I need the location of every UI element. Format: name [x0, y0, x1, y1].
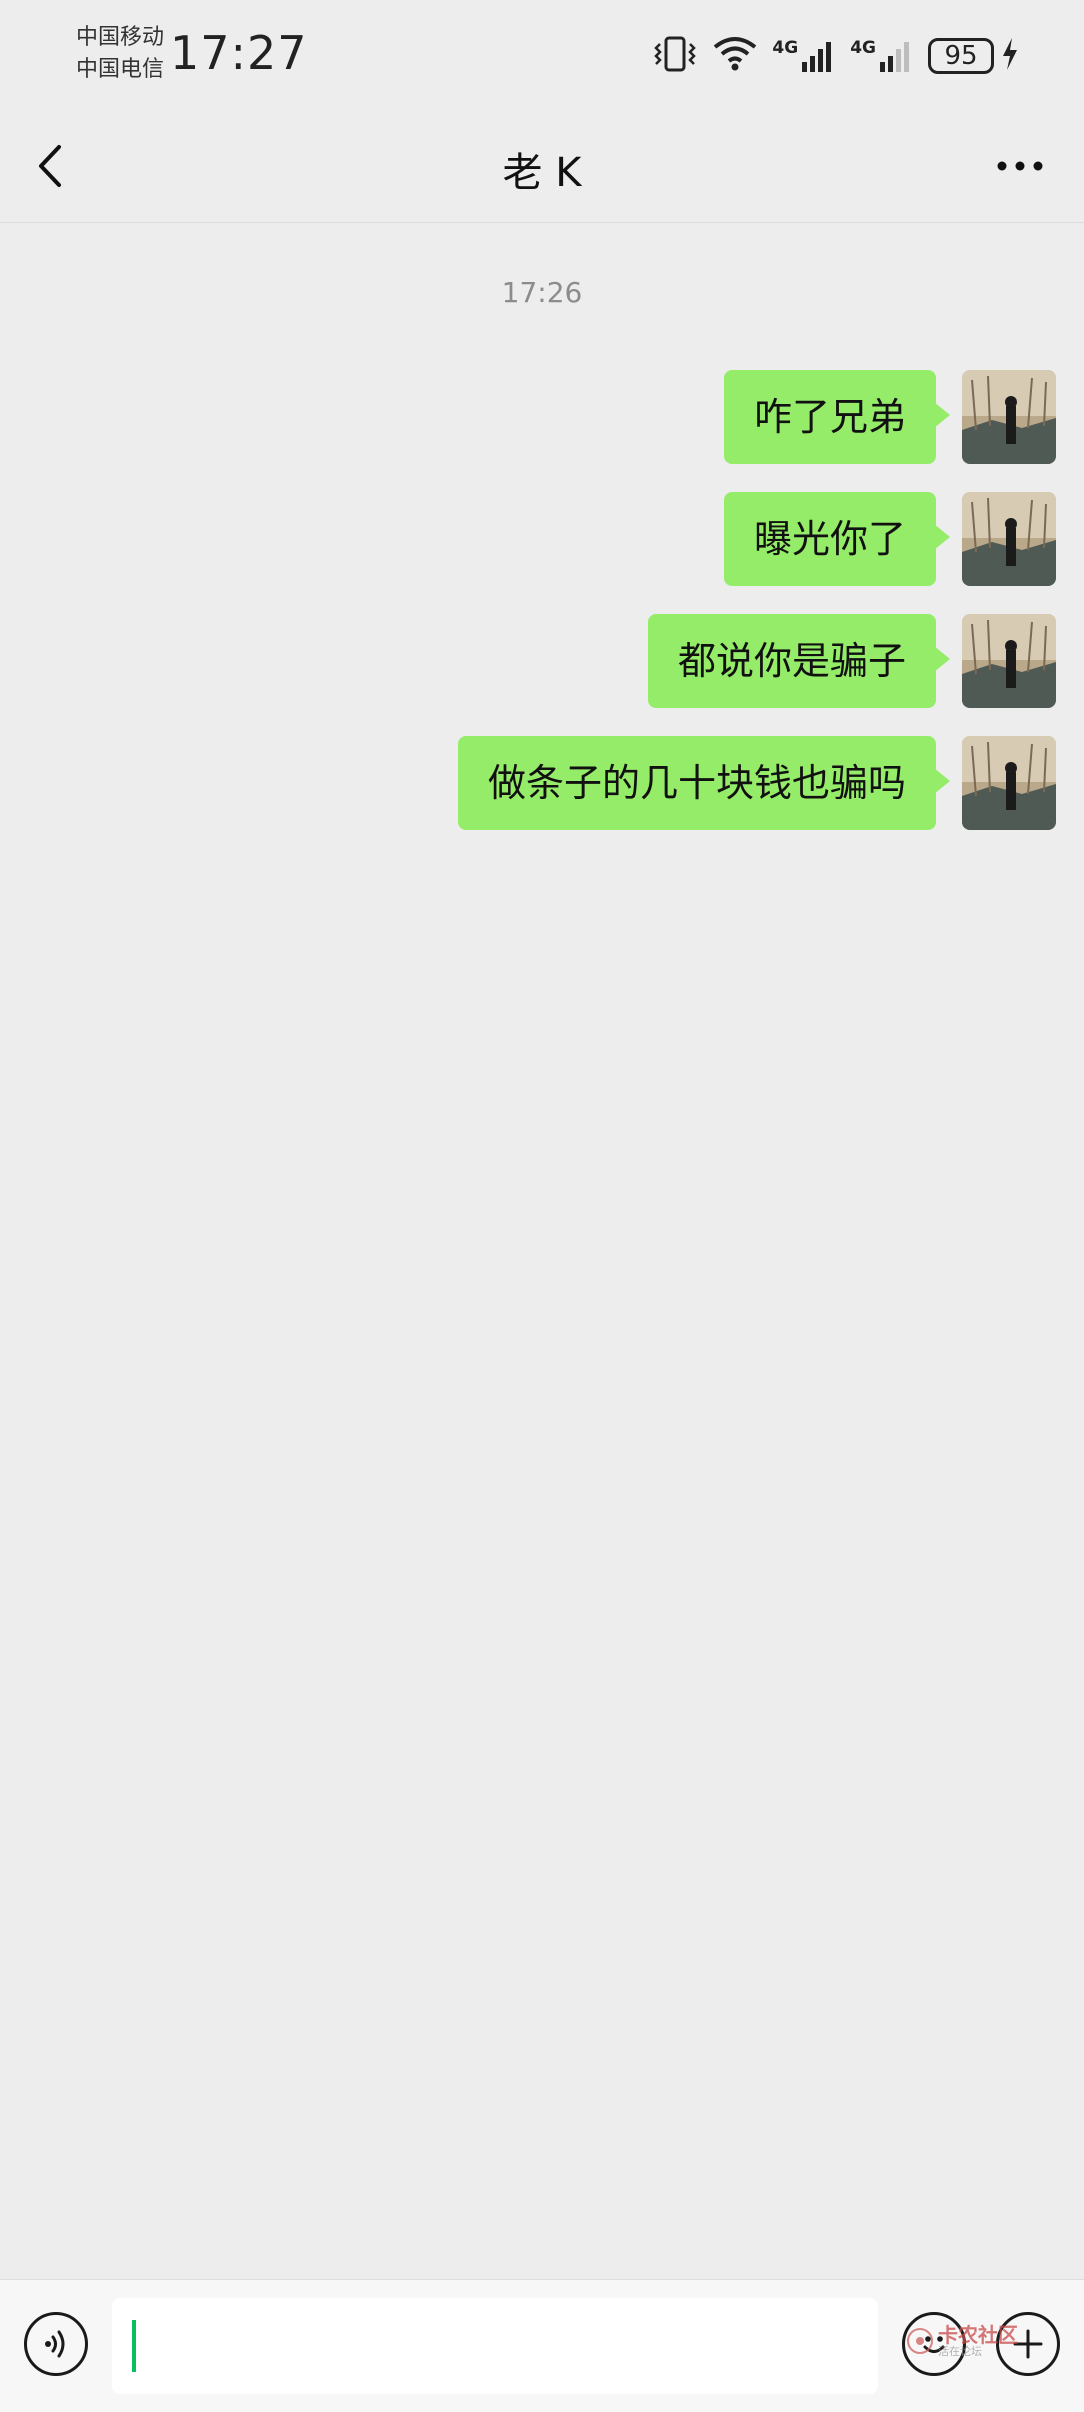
more-icon	[997, 161, 1043, 171]
voice-icon	[45, 2330, 65, 2358]
signal-icon-2: 4G	[850, 38, 914, 74]
message-bubble[interactable]: 曝光你了	[723, 492, 951, 586]
avatar[interactable]	[962, 614, 1056, 708]
signal-2-label: 4G	[850, 38, 876, 58]
vibrate-icon	[652, 34, 698, 78]
more-button[interactable]	[984, 140, 1056, 192]
avatar[interactable]	[962, 370, 1056, 464]
charging-icon	[1000, 36, 1020, 76]
status-bar: 中国移动 中国电信 17:27 4G 4G 95	[0, 0, 1084, 110]
battery-level: 95	[944, 41, 978, 71]
message-bubble[interactable]: 咋了兄弟	[723, 370, 951, 464]
signal-1-label: 4G	[772, 38, 799, 58]
message-row: 曝光你了	[723, 492, 1056, 586]
avatar[interactable]	[962, 492, 1056, 586]
wifi-icon	[712, 35, 758, 77]
more-functions-button[interactable]	[996, 2312, 1060, 2376]
message-timestamp: 17:26	[501, 276, 583, 309]
carrier-info: 中国移动 中国电信	[76, 22, 164, 86]
carrier-1: 中国移动	[76, 25, 165, 50]
text-cursor	[132, 2320, 136, 2372]
chat-title: 老 K	[502, 150, 582, 196]
input-bar: 卡农社区 活在论坛	[0, 2279, 1084, 2412]
status-time: 17:27	[170, 26, 308, 80]
signal-icon: 4G	[772, 38, 836, 74]
message-bubble[interactable]: 做条子的几十块钱也骗吗	[457, 736, 951, 830]
message-row: 做条子的几十块钱也骗吗	[457, 736, 1056, 830]
voice-button[interactable]	[24, 2312, 88, 2376]
carrier-2: 中国电信	[76, 57, 165, 82]
chat-header: 老 K	[0, 110, 1084, 223]
battery-icon: 95	[928, 38, 994, 74]
message-row: 都说你是骗子	[647, 614, 1056, 708]
message-bubble[interactable]: 都说你是骗子	[647, 614, 951, 708]
message-row: 咋了兄弟	[723, 370, 1056, 464]
message-input[interactable]	[112, 2298, 878, 2394]
avatar[interactable]	[962, 736, 1056, 830]
emoji-icon	[923, 2336, 945, 2353]
status-icons: 4G 4G 95	[652, 30, 1020, 82]
plus-icon	[1013, 2329, 1043, 2359]
emoji-button[interactable]	[902, 2312, 966, 2376]
